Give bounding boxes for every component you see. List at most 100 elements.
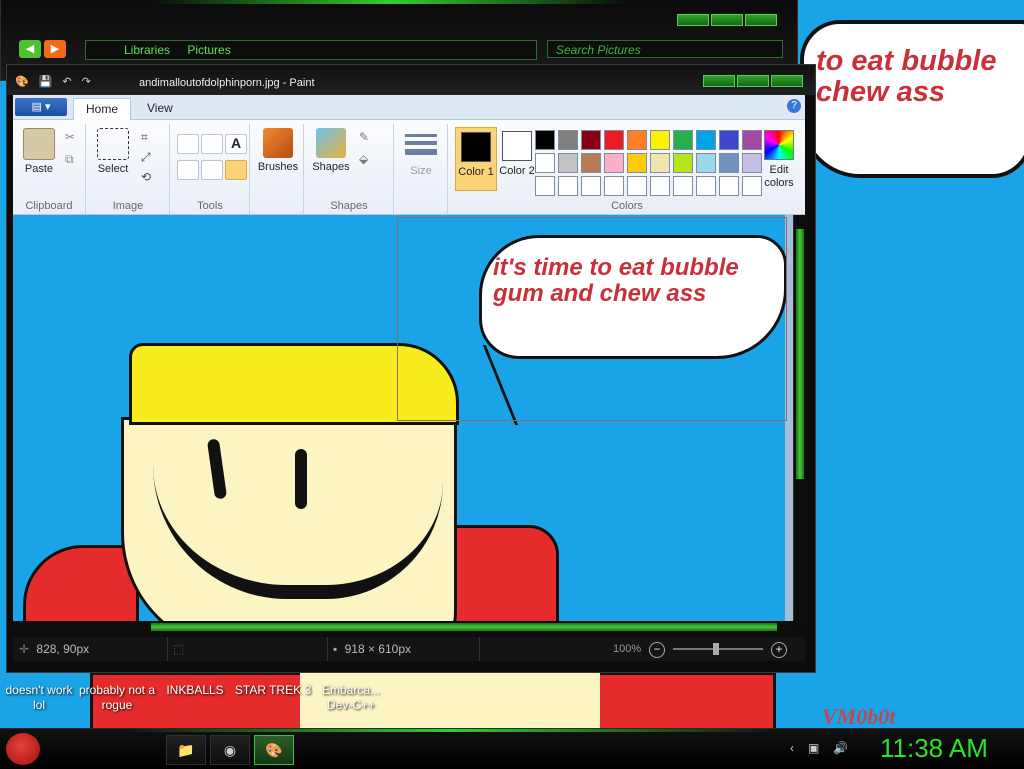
palette-swatch[interactable]: [696, 153, 716, 173]
text-icon[interactable]: A: [225, 134, 247, 154]
clipboard-icon: [23, 128, 55, 160]
palette-swatch[interactable]: [604, 153, 624, 173]
desktop-icon-star-trek[interactable]: STAR TREK 3: [234, 683, 312, 713]
palette-swatch[interactable]: [581, 176, 601, 196]
copy-icon[interactable]: ⧉: [65, 152, 74, 167]
color2-swatch: [502, 131, 532, 161]
palette-swatch[interactable]: [696, 176, 716, 196]
minimize-button[interactable]: [703, 75, 735, 87]
canvas-area[interactable]: it's time to eat bubble gum and chew ass: [13, 215, 793, 621]
palette-swatch[interactable]: [558, 130, 578, 150]
close-button[interactable]: [771, 75, 803, 87]
palette-swatch[interactable]: [535, 130, 555, 150]
palette-swatch[interactable]: [581, 153, 601, 173]
taskbar-explorer-button[interactable]: 📁: [166, 735, 206, 765]
desktop-icon-inkballs[interactable]: INKBALLS: [156, 683, 234, 713]
breadcrumb[interactable]: Libraries Pictures: [85, 40, 537, 60]
help-icon[interactable]: ?: [787, 99, 801, 113]
desktop-icon-doesnt-work[interactable]: doesn't work lol: [0, 683, 78, 713]
tab-home[interactable]: Home: [73, 98, 132, 120]
color1-button[interactable]: Color 1: [455, 127, 497, 191]
palette-swatch[interactable]: [627, 153, 647, 173]
palette-swatch[interactable]: [696, 130, 716, 150]
back-button[interactable]: ◀: [19, 40, 41, 58]
palette-swatch[interactable]: [650, 130, 670, 150]
palette-swatch[interactable]: [719, 153, 739, 173]
palette-swatch[interactable]: [650, 176, 670, 196]
palette-swatch[interactable]: [650, 153, 670, 173]
cut-icon[interactable]: ✂: [65, 130, 75, 144]
redo-icon[interactable]: ↷: [82, 75, 91, 88]
rotate-icon[interactable]: ⟲: [141, 170, 151, 184]
group-size: Size: [395, 124, 448, 214]
tab-view[interactable]: View: [135, 98, 185, 119]
taskbar-chrome-button[interactable]: ◉: [210, 735, 250, 765]
palette-swatch[interactable]: [604, 176, 624, 196]
desktop-icon-probably-not-rogue[interactable]: probably not a rogue: [78, 683, 156, 713]
select-button[interactable]: Select: [93, 128, 133, 176]
rainbow-icon: [764, 130, 794, 160]
outline-icon[interactable]: ✎: [359, 130, 369, 144]
network-icon[interactable]: ▣: [808, 741, 819, 755]
color2-button[interactable]: Color 2: [497, 127, 537, 189]
brushes-button[interactable]: Brushes: [255, 128, 301, 174]
shapes-button[interactable]: Shapes: [309, 128, 353, 174]
selection-size: ⬚: [167, 637, 328, 661]
palette-swatch[interactable]: [719, 176, 739, 196]
scroll-thumb[interactable]: [796, 229, 804, 479]
palette-swatch[interactable]: [558, 153, 578, 173]
maximize-button[interactable]: [711, 14, 743, 26]
desktop-icon-dev-cpp[interactable]: Embarca... Dev-C++: [312, 683, 390, 713]
vertical-scrollbar[interactable]: [793, 215, 806, 621]
size-button[interactable]: Size: [401, 132, 441, 178]
close-button[interactable]: [745, 14, 777, 26]
color-picker-icon[interactable]: [201, 160, 223, 180]
magnifier-icon[interactable]: [225, 160, 247, 180]
palette-swatch[interactable]: [581, 130, 601, 150]
fill-style-icon[interactable]: ⬙: [359, 152, 368, 166]
forward-button[interactable]: ▶: [44, 40, 66, 58]
palette-swatch[interactable]: [673, 130, 693, 150]
undo-icon[interactable]: ↶: [62, 75, 71, 88]
palette-swatch[interactable]: [673, 176, 693, 196]
paint-menu-button[interactable]: ▤ ▾: [15, 98, 67, 116]
breadcrumb-pictures[interactable]: Pictures: [187, 43, 230, 57]
eraser-icon[interactable]: [177, 160, 199, 180]
maximize-button[interactable]: [737, 75, 769, 87]
taskbar-clock[interactable]: 11:38 AM: [880, 733, 988, 764]
palette-swatch[interactable]: [535, 153, 555, 173]
zoom-in-button[interactable]: +: [771, 642, 787, 658]
cursor-position: ✛ 828, 90px: [13, 637, 168, 661]
palette-swatch[interactable]: [627, 176, 647, 196]
color2-label: Color 2: [499, 165, 535, 177]
zoom-out-button[interactable]: −: [649, 642, 665, 658]
paste-button[interactable]: Paste: [21, 128, 57, 176]
edit-colors-button[interactable]: Edit colors: [757, 130, 801, 190]
wallpaper-bubble-text: to eat bubble chew ass: [816, 45, 997, 108]
palette-swatch[interactable]: [673, 153, 693, 173]
horizontal-scrollbar[interactable]: [13, 621, 793, 633]
breadcrumb-libraries[interactable]: Libraries: [124, 43, 170, 57]
palette-swatch[interactable]: [604, 130, 624, 150]
save-icon[interactable]: 💾: [39, 75, 53, 88]
search-input[interactable]: Search Pictures: [547, 40, 783, 58]
palette-swatch[interactable]: [558, 176, 578, 196]
zoom-slider-thumb[interactable]: [713, 643, 719, 655]
selection-rectangle[interactable]: [397, 217, 787, 421]
minimize-button[interactable]: [677, 14, 709, 26]
fill-icon[interactable]: [201, 134, 223, 154]
drawing-canvas[interactable]: it's time to eat bubble gum and chew ass: [13, 215, 787, 621]
palette-swatch[interactable]: [719, 130, 739, 150]
tray-expand-icon[interactable]: ‹: [790, 741, 794, 755]
palette-swatch[interactable]: [627, 130, 647, 150]
volume-icon[interactable]: 🔊: [833, 741, 848, 755]
resize-icon[interactable]: ⤢: [141, 150, 151, 165]
image-size-text: 918 × 610px: [344, 642, 412, 656]
start-button[interactable]: [6, 733, 40, 765]
pencil-icon[interactable]: [177, 134, 199, 154]
palette-swatch[interactable]: [535, 176, 555, 196]
scroll-thumb[interactable]: [151, 623, 777, 631]
crop-icon[interactable]: ⌗: [141, 130, 148, 145]
selection-icon: ⬚: [173, 642, 185, 656]
taskbar-paint-button[interactable]: 🎨: [254, 735, 294, 765]
